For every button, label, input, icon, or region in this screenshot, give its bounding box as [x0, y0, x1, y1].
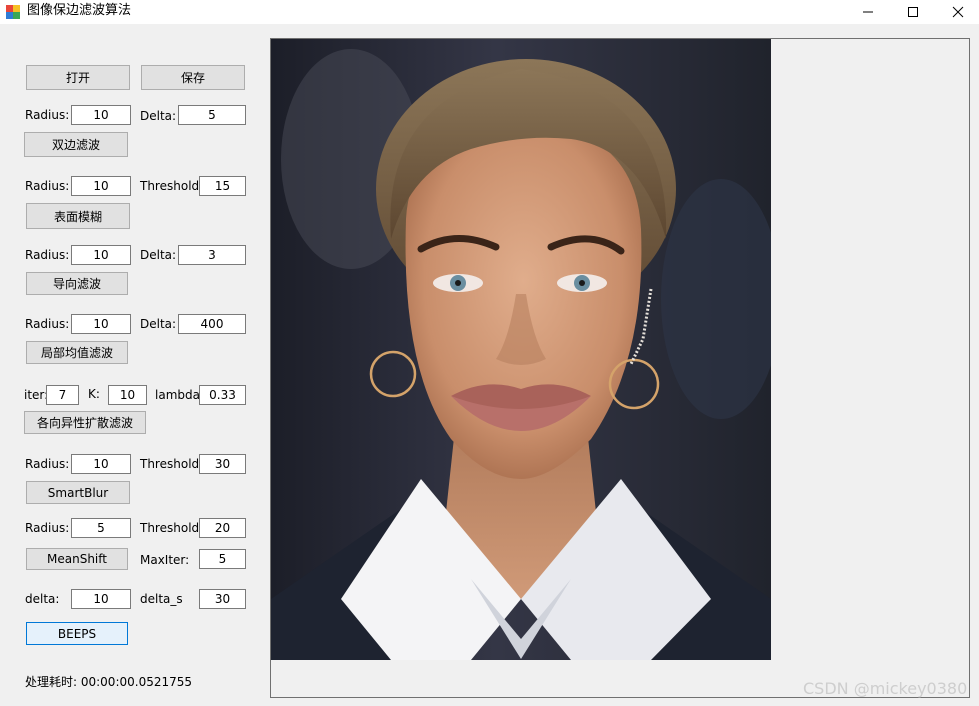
image-preview [270, 38, 970, 698]
meanshift-radius-label: Radius: [25, 521, 70, 535]
beeps-delta-s-input[interactable]: 30 [199, 589, 246, 609]
surface-blur-button[interactable]: 表面模糊 [26, 203, 130, 229]
bilateral-radius-label: Radius: [25, 108, 70, 122]
surface-radius-label: Radius: [25, 179, 70, 193]
aniso-lambda-input[interactable]: 0.33 [199, 385, 246, 405]
watermark: CSDN @mickey0380 [803, 679, 968, 698]
aniso-k-input[interactable]: 10 [108, 385, 147, 405]
localmean-radius-input[interactable]: 10 [71, 314, 131, 334]
bilateral-filter-button[interactable]: 双边滤波 [24, 132, 128, 157]
smartblur-button[interactable]: SmartBlur [26, 481, 130, 504]
localmean-radius-label: Radius: [25, 317, 70, 331]
guided-delta-label: Delta: [140, 248, 177, 262]
window-title: 图像保边滤波算法 [27, 3, 132, 18]
elapsed-time-label: 处理耗时: 00:00:00.0521755 [25, 675, 193, 689]
anisotropic-filter-button[interactable]: 各向异性扩散滤波 [24, 411, 146, 434]
aniso-lambda-label: lambda [155, 388, 200, 402]
aniso-k-label: K: [88, 387, 100, 401]
smartblur-radius-label: Radius: [25, 457, 70, 471]
bilateral-delta-input[interactable]: 5 [178, 105, 246, 125]
close-button[interactable] [935, 0, 979, 24]
minimize-icon [863, 11, 873, 13]
surface-threshold-label: Threshold: [140, 179, 204, 193]
bilateral-delta-label: Delta: [140, 109, 177, 123]
maximize-button[interactable] [890, 0, 936, 24]
localmean-delta-input[interactable]: 400 [178, 314, 246, 334]
meanshift-threshold-input[interactable]: 20 [199, 518, 246, 538]
surface-radius-input[interactable]: 10 [71, 176, 131, 196]
title-bar[interactable]: 图像保边滤波算法 [0, 0, 979, 24]
guided-radius-input[interactable]: 10 [71, 245, 131, 265]
surface-threshold-input[interactable]: 15 [199, 176, 246, 196]
guided-filter-button[interactable]: 导向滤波 [26, 272, 128, 295]
open-button[interactable]: 打开 [26, 65, 130, 90]
save-button[interactable]: 保存 [141, 65, 245, 90]
local-mean-filter-button[interactable]: 局部均值滤波 [26, 341, 128, 364]
meanshift-maxiter-label: MaxIter: [140, 553, 190, 567]
minimize-button[interactable] [845, 0, 891, 24]
portrait-image [271, 39, 771, 660]
app-icon [6, 5, 20, 19]
beeps-delta-s-label: delta_s [140, 592, 183, 606]
guided-delta-input[interactable]: 3 [178, 245, 246, 265]
bilateral-radius-input[interactable]: 10 [71, 105, 131, 125]
meanshift-radius-input[interactable]: 5 [71, 518, 131, 538]
meanshift-maxiter-input[interactable]: 5 [199, 549, 246, 569]
meanshift-button[interactable]: MeanShift [26, 548, 128, 570]
meanshift-threshold-label: Threshold: [140, 521, 204, 535]
smartblur-threshold-label: Threshold: [140, 457, 204, 471]
guided-radius-label: Radius: [25, 248, 70, 262]
smartblur-radius-input[interactable]: 10 [71, 454, 131, 474]
localmean-delta-label: Delta: [140, 317, 177, 331]
aniso-iter-label: iter: [24, 388, 49, 402]
maximize-icon [908, 7, 918, 17]
client-area: 打开 保存 Radius: 10 Delta: 5 双边滤波 Radius: 1… [0, 24, 979, 706]
smartblur-threshold-input[interactable]: 30 [199, 454, 246, 474]
beeps-delta-input[interactable]: 10 [71, 589, 131, 609]
close-icon [952, 6, 964, 18]
aniso-iter-input[interactable]: 7 [46, 385, 79, 405]
beeps-delta-label: delta: [25, 592, 60, 606]
beeps-button[interactable]: BEEPS [26, 622, 128, 645]
